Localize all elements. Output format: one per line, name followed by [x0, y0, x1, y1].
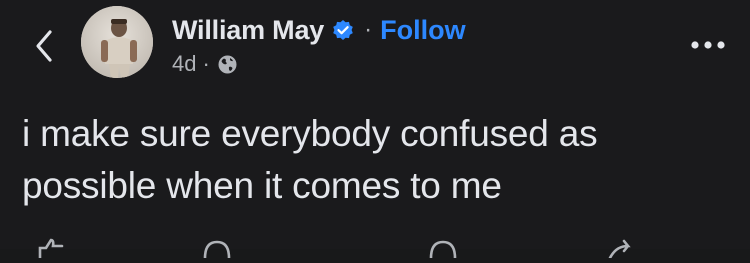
share-icon[interactable]	[606, 238, 636, 260]
more-horizontal-icon	[691, 41, 725, 49]
timestamp[interactable]: 4d	[172, 51, 196, 77]
avatar[interactable]	[81, 6, 153, 78]
follow-button[interactable]: Follow	[380, 15, 465, 46]
chevron-left-icon	[36, 30, 52, 62]
back-button[interactable]	[26, 26, 62, 66]
verified-badge-icon	[332, 19, 354, 41]
avatar-photo	[81, 6, 153, 78]
post-text: i make sure everybody confused as possib…	[22, 113, 598, 206]
globe-icon[interactable]	[217, 54, 238, 75]
send-icon[interactable]	[428, 238, 458, 259]
more-options-button[interactable]	[688, 30, 728, 60]
meta-separator: ·	[202, 51, 210, 76]
author-name[interactable]: William May	[172, 15, 324, 46]
post-meta: 4d ·	[172, 50, 238, 78]
action-bar	[0, 238, 750, 260]
comment-icon[interactable]	[202, 238, 232, 259]
post-card: William May · Follow 4d · i make sure ev…	[0, 0, 750, 260]
separator-dot: ·	[364, 16, 373, 43]
like-icon[interactable]	[36, 238, 66, 260]
author-row: William May · Follow	[172, 12, 466, 48]
